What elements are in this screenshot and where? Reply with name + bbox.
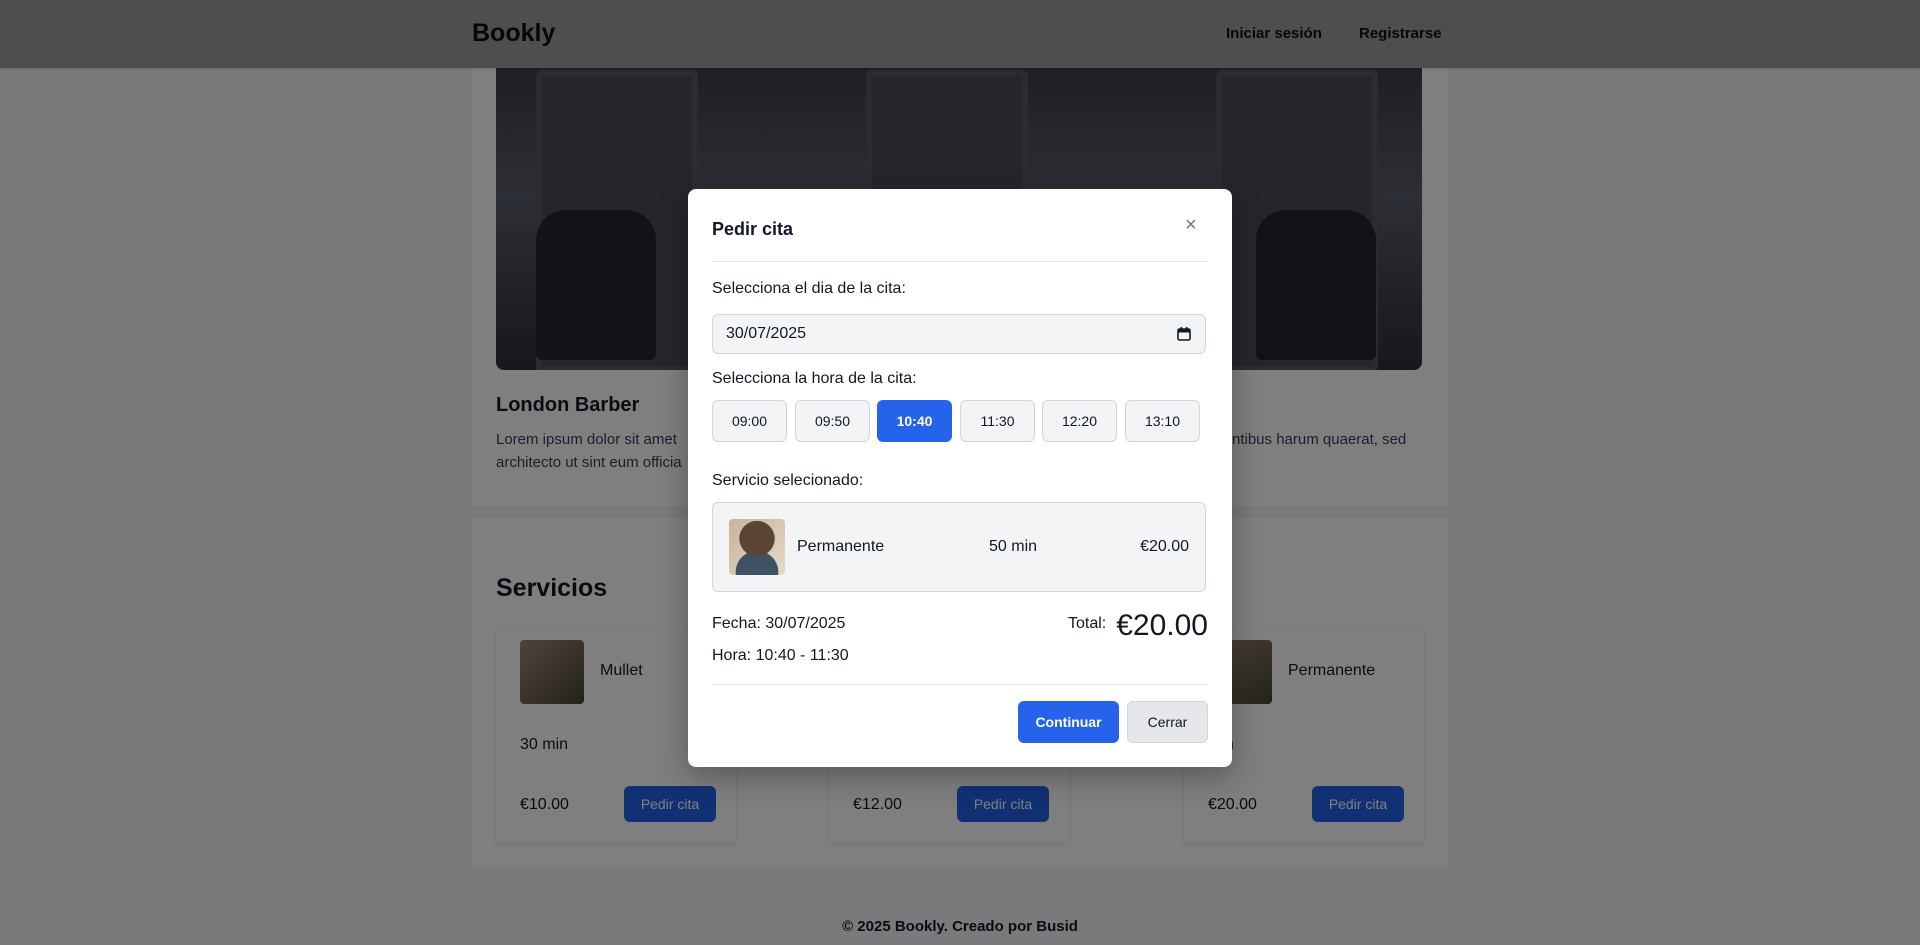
service-price: €20.00 [1140, 538, 1189, 555]
time-slot-0950[interactable]: 09:50 [795, 400, 870, 442]
total-value: €20.00 [1116, 609, 1208, 642]
navbar-backdrop [0, 0, 1920, 68]
date-label: Selecciona el dia de la cita: [712, 280, 906, 297]
date-input[interactable]: 30/07/2025 [712, 314, 1206, 354]
time-slot-1310[interactable]: 13:10 [1125, 400, 1200, 442]
summary-date: Fecha: 30/07/2025 [712, 615, 846, 632]
booking-modal: Pedir cita × Selecciona el dia de la cit… [688, 189, 1232, 767]
close-icon[interactable]: × [1185, 215, 1197, 235]
time-label: Selecciona la hora de la cita: [712, 370, 917, 387]
selected-service: Permanente 50 min €20.00 [712, 502, 1206, 592]
modal-title: Pedir cita [712, 219, 794, 239]
service-label: Servicio selecionado: [712, 472, 864, 489]
continue-button[interactable]: Continuar [1018, 701, 1119, 743]
date-value: 30/07/2025 [726, 325, 807, 342]
calendar-icon[interactable] [1177, 327, 1191, 341]
header-divider [712, 261, 1208, 262]
time-slot-1040[interactable]: 10:40 [877, 400, 952, 442]
service-name: Permanente [797, 538, 885, 555]
time-slot-1130[interactable]: 11:30 [960, 400, 1035, 442]
summary-time: Hora: 10:40 - 11:30 [712, 647, 849, 664]
time-slot-0900[interactable]: 09:00 [712, 400, 787, 442]
service-duration: 50 min [989, 538, 1038, 555]
service-image [729, 519, 785, 575]
close-button[interactable]: Cerrar [1127, 701, 1208, 743]
footer-divider [712, 684, 1208, 685]
time-slot-1220[interactable]: 12:20 [1042, 400, 1117, 442]
total-label: Total: [1068, 615, 1107, 632]
